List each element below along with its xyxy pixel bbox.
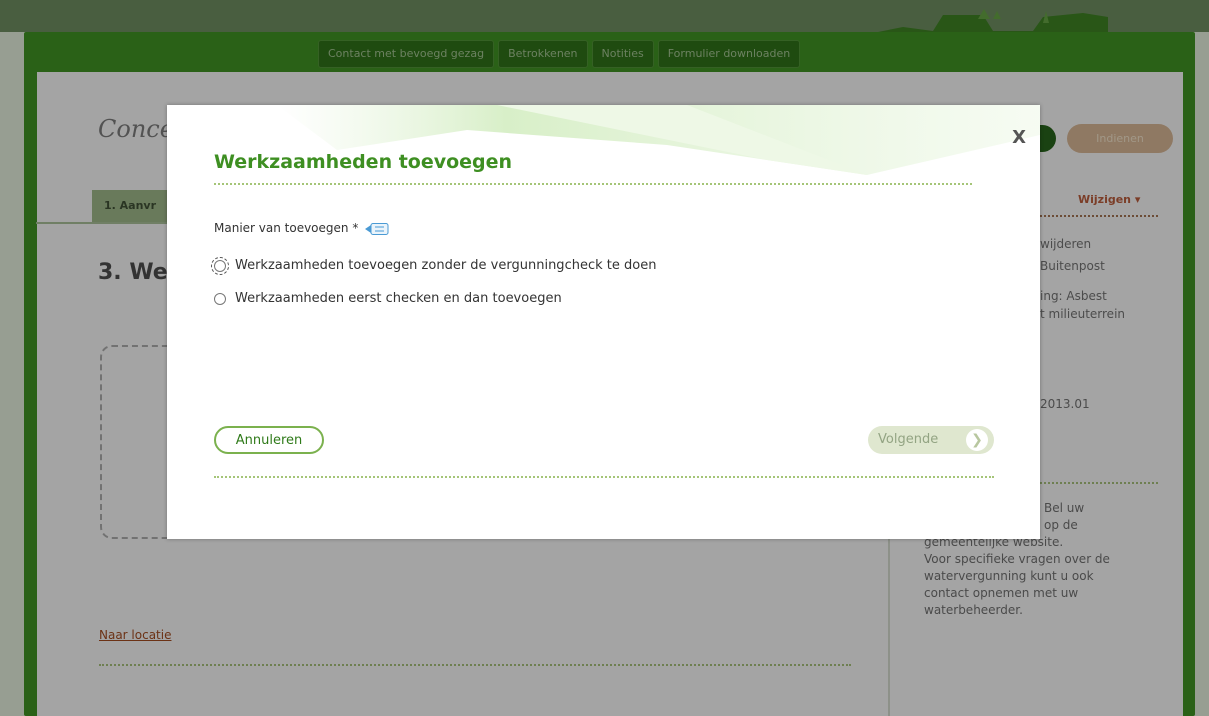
title-divider (214, 183, 972, 185)
next-button[interactable]: Volgende ❯ (868, 426, 994, 454)
radio-without-check[interactable] (211, 256, 229, 275)
field-label-text: Manier van toevoegen * (214, 221, 359, 235)
chevron-right-icon: ❯ (966, 429, 988, 451)
footer-divider (214, 476, 994, 478)
option-row-without-check[interactable]: Werkzaamheden toevoegen zonder de vergun… (211, 256, 656, 275)
info-icon[interactable] (364, 222, 390, 236)
add-work-modal: X Werkzaamheden toevoegen Manier van toe… (167, 105, 1040, 539)
cancel-button[interactable]: Annuleren (214, 426, 324, 454)
modal-title: Werkzaamheden toevoegen (214, 151, 513, 173)
radio-check-first[interactable] (214, 292, 226, 305)
field-label: Manier van toevoegen * (214, 221, 390, 236)
option-label[interactable]: Werkzaamheden eerst checken en dan toevo… (235, 291, 562, 306)
option-label[interactable]: Werkzaamheden toevoegen zonder de vergun… (235, 258, 656, 273)
option-row-check-first[interactable]: Werkzaamheden eerst checken en dan toevo… (214, 291, 562, 306)
close-icon[interactable]: X (1012, 127, 1026, 148)
next-button-label: Volgende (878, 432, 939, 447)
